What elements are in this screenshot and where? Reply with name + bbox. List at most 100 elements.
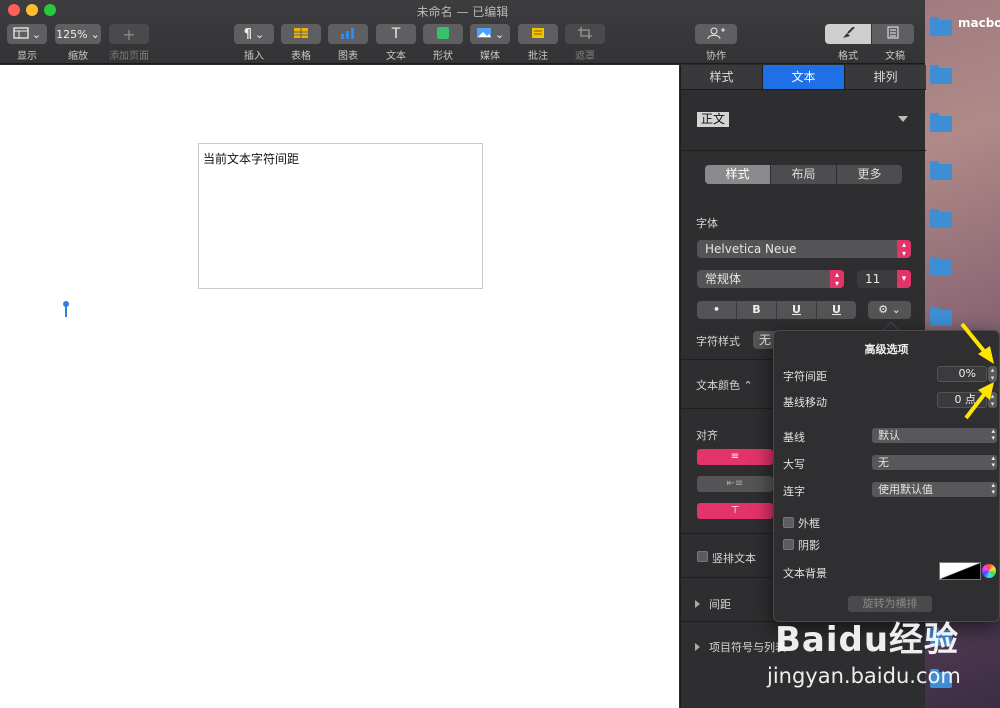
disclosure-triangle-icon[interactable] (695, 643, 700, 651)
up-down-chevron-icon: ▴ ▾ (991, 427, 995, 442)
document-icon (887, 26, 899, 42)
text-icon: T (391, 26, 401, 42)
table-icon (293, 27, 309, 42)
zoom-dropdown[interactable]: 125% ⌄ (55, 24, 101, 44)
collaborate-button[interactable] (695, 24, 737, 44)
caps-label: 大写 (783, 458, 805, 471)
text-background-label: 文本背景 (783, 567, 827, 580)
ligature-dropdown[interactable]: 使用默认值 ▴ ▾ (872, 482, 997, 497)
chart-button[interactable] (328, 24, 368, 44)
font-family-value: Helvetica Neue (705, 242, 797, 256)
mask-button[interactable] (565, 24, 605, 44)
disclosure-triangle-icon[interactable] (695, 600, 700, 608)
divider (681, 150, 926, 151)
advanced-options-button[interactable]: ⚙ ⌄ (868, 301, 911, 319)
media-button[interactable]: ⌄ (470, 24, 510, 44)
bold-button[interactable]: B (737, 301, 777, 319)
ligature-value: 使用默认值 (878, 483, 933, 496)
watermark: Baidu经验 jingyan.baidu.com (745, 612, 995, 702)
font-family-dropdown[interactable]: Helvetica Neue ▴ ▾ (697, 240, 911, 258)
shadow-checkbox[interactable] (783, 539, 794, 550)
text-format-buttons: • B U U (697, 301, 856, 319)
format-button[interactable] (825, 24, 871, 44)
table-button[interactable] (281, 24, 321, 44)
shape-icon (437, 26, 449, 42)
triangle-down-icon[interactable] (898, 116, 908, 122)
bullet-button[interactable]: • (697, 301, 737, 319)
tab-text[interactable]: 文本 (763, 65, 845, 89)
crop-icon (578, 26, 592, 42)
baseline-value: 默认 (878, 429, 900, 442)
chevron-down-icon: ⌄ (90, 27, 100, 41)
char-style-value: 无 (759, 333, 772, 347)
caps-value: 无 (878, 456, 889, 469)
image-icon (476, 27, 492, 42)
paragraph-icon: ¶ (243, 26, 253, 42)
tab-style[interactable]: 样式 (681, 65, 763, 89)
folder-icon[interactable] (930, 161, 952, 180)
document-button[interactable] (872, 24, 914, 44)
view-button[interactable]: ⌄ (7, 24, 47, 44)
insert-button[interactable]: ¶ ⌄ (234, 24, 274, 44)
folder-icon[interactable] (930, 257, 952, 276)
vertical-text-checkbox[interactable] (697, 551, 708, 562)
folder-icon[interactable] (930, 209, 952, 228)
subtab-layout[interactable]: 布局 (771, 165, 837, 184)
chevron-down-icon: ⌄ (494, 27, 505, 41)
folder-icon[interactable] (930, 307, 952, 326)
paragraph-style-name[interactable]: 正文 (697, 112, 730, 127)
text-button[interactable]: T (376, 24, 416, 44)
up-down-chevron-icon: ▴ ▾ (991, 481, 995, 496)
align-left-button[interactable]: ≡ (697, 449, 773, 465)
document-canvas[interactable]: 当前文本字符间距 (0, 65, 679, 708)
folder-icon[interactable] (930, 113, 952, 132)
up-down-chevron-icon: ⌃ (743, 379, 753, 392)
convert-to-horizontal-button[interactable]: 旋转为横排 (848, 596, 932, 612)
bar-chart-icon (340, 27, 356, 42)
toolbar: 未命名 — 已编辑 ⌄ 显示 125% ⌄ 缩放 + 添加页面 ¶ ⌄ 插入 表… (0, 0, 925, 64)
indent-button[interactable]: ⇤≡ (697, 476, 773, 492)
text-background-swatch[interactable] (939, 562, 981, 580)
underline-button[interactable]: U (777, 301, 817, 319)
outline-label: 外框 (798, 517, 820, 530)
advanced-options-popover: 高级选项 字符间距 0% ▴ ▾ 基线移动 0 点 ▴ ▾ 基线 默认 ▴ ▾ 大写 … (773, 330, 1000, 622)
gear-icon: ⚙ (878, 303, 889, 316)
plus-icon: + (122, 24, 136, 44)
up-down-chevron-icon: ▴ ▾ (991, 454, 995, 469)
chevron-down-icon: ⌄ (891, 303, 901, 316)
strikethrough-button[interactable]: U (817, 301, 856, 319)
collaborate-label: 协作 (706, 51, 726, 62)
align-top-button[interactable]: ⊤ (697, 503, 773, 519)
caps-dropdown[interactable]: 无 ▴ ▾ (872, 455, 997, 470)
folder-icon[interactable] (930, 17, 952, 36)
add-page-button[interactable]: + (109, 24, 149, 44)
align-top-icon: ⊤ (730, 505, 740, 516)
char-style-label: 字符样式 (696, 335, 740, 348)
comment-button[interactable] (518, 24, 558, 44)
text-color-label[interactable]: 文本颜色 ⌃ (696, 377, 753, 393)
tab-arrange[interactable]: 排列 (845, 65, 926, 89)
baseline-dropdown[interactable]: 默认 ▴ ▾ (872, 428, 997, 443)
chevron-down-icon: ⌄ (31, 27, 42, 41)
align-label: 对齐 (696, 429, 718, 442)
subtab-more[interactable]: 更多 (837, 165, 902, 184)
chevron-down-icon: ⌄ (255, 27, 265, 41)
subtab-style[interactable]: 样式 (705, 165, 771, 184)
font-size-value: 11 (865, 272, 881, 286)
shape-button[interactable] (423, 24, 463, 44)
text-box[interactable]: 当前文本字符间距 (198, 143, 483, 289)
add-page-label: 添加页面 (109, 51, 149, 62)
inspector-tabs: 样式 文本 排列 (681, 65, 926, 90)
font-size-field[interactable]: 11 ▾ (857, 270, 911, 288)
up-down-chevron-icon: ▴ ▾ (897, 240, 911, 258)
font-style-value: 常规体 (705, 272, 742, 286)
text-box-content: 当前文本字符间距 (203, 152, 300, 166)
color-wheel-icon[interactable] (982, 564, 996, 578)
outline-checkbox[interactable] (783, 517, 794, 528)
font-style-dropdown[interactable]: 常规体 ▴ ▾ (697, 270, 844, 288)
comment-icon (531, 27, 545, 42)
spacing-section-label[interactable]: 间距 (709, 596, 731, 612)
mask-label: 遮罩 (575, 51, 595, 62)
folder-icon[interactable] (930, 65, 952, 84)
outdent-icon: ⇤≡ (726, 478, 744, 489)
